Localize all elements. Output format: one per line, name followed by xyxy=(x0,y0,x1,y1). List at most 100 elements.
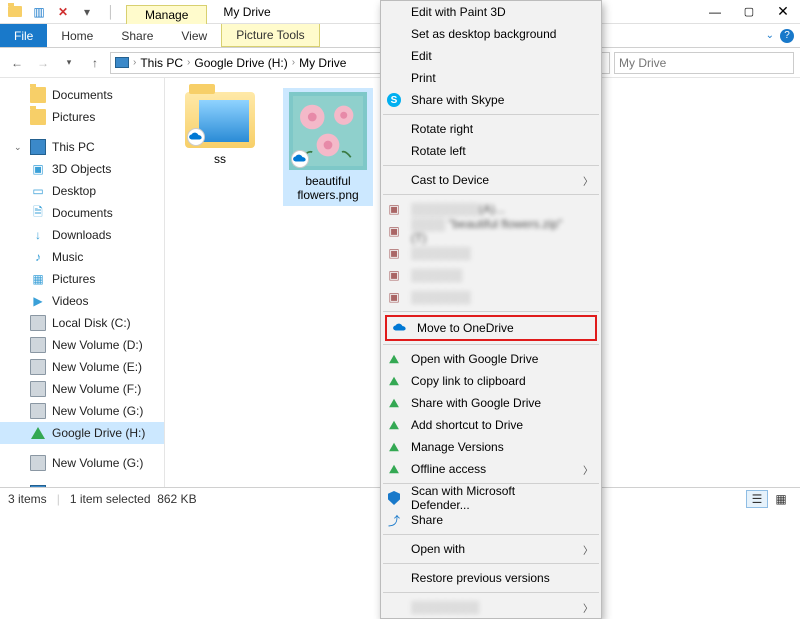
nav-item-music[interactable]: ♪Music xyxy=(0,246,164,268)
cloud-sync-icon xyxy=(291,150,309,168)
status-items: 3 items xyxy=(8,492,47,506)
menu-print[interactable]: Print xyxy=(381,67,601,89)
archive-icon: ▣ xyxy=(385,222,403,240)
folder-item-ss[interactable]: ss xyxy=(175,88,265,170)
menu-rotate-left[interactable]: Rotate left xyxy=(381,140,601,162)
menu-open-with-google-drive[interactable]: Open with Google Drive xyxy=(381,348,601,370)
menu-manage-versions[interactable]: Manage Versions xyxy=(381,436,601,458)
menu-add-shortcut-to-drive[interactable]: Add shortcut to Drive xyxy=(381,414,601,436)
google-drive-icon xyxy=(30,425,46,441)
crumb-separator: › xyxy=(133,57,136,68)
nav-item-documents[interactable]: 🗎Documents xyxy=(0,202,164,224)
close-button[interactable]: ✕ xyxy=(766,0,800,24)
menu-separator xyxy=(383,534,599,535)
search-box[interactable] xyxy=(614,52,794,74)
chevron-right-icon: 〉 xyxy=(583,600,593,615)
menu-set-desktop-background[interactable]: Set as desktop background xyxy=(381,23,601,45)
drive-icon xyxy=(30,337,46,353)
nav-item-documents[interactable]: Documents xyxy=(0,84,164,106)
menu-obscured-item[interactable]: ▣░░░░░░░ xyxy=(381,242,601,264)
breadcrumb[interactable]: My Drive xyxy=(299,56,346,70)
menu-separator xyxy=(383,592,599,593)
google-drive-icon xyxy=(385,350,403,368)
google-drive-icon xyxy=(385,438,403,456)
nav-item-pictures[interactable]: Pictures xyxy=(0,106,164,128)
nav-item-volume-g[interactable]: New Volume (G:) xyxy=(0,400,164,422)
back-button[interactable]: ← xyxy=(6,52,28,74)
drive-icon xyxy=(30,455,46,471)
nav-item-this-pc[interactable]: ⌄This PC xyxy=(0,136,164,158)
nav-item-volume-e[interactable]: New Volume (E:) xyxy=(0,356,164,378)
pc-icon xyxy=(30,139,46,155)
menu-obscured-item[interactable]: ▣░░░░░░░ xyxy=(381,286,601,308)
minimize-button[interactable]: ― xyxy=(698,0,732,24)
tab-file[interactable]: File xyxy=(0,24,47,47)
qat-dropdown[interactable]: ▾ xyxy=(76,1,98,23)
nav-item-pictures[interactable]: ▦Pictures xyxy=(0,268,164,290)
menu-separator xyxy=(383,194,599,195)
videos-icon: ▶ xyxy=(30,293,46,309)
qat-properties[interactable]: ▥ xyxy=(28,1,50,23)
expand-ribbon-icon[interactable]: ⌄ xyxy=(766,30,774,41)
nav-item-3d-objects[interactable]: ▣3D Objects xyxy=(0,158,164,180)
nav-item-videos[interactable]: ▶Videos xyxy=(0,290,164,312)
forward-button[interactable]: → xyxy=(32,52,54,74)
nav-item-google-drive-h[interactable]: Google Drive (H:) xyxy=(0,422,164,444)
recent-locations-button[interactable]: ▾ xyxy=(58,52,80,74)
maximize-button[interactable]: ▢ xyxy=(732,0,766,24)
menu-open-with[interactable]: Open with〉 xyxy=(381,538,601,560)
desktop-icon: ▭ xyxy=(30,183,46,199)
chevron-right-icon: 〉 xyxy=(583,542,593,557)
search-input[interactable] xyxy=(619,56,789,70)
tab-picture-tools[interactable]: Picture Tools xyxy=(221,24,319,47)
nav-item-local-disk-c[interactable]: Local Disk (C:) xyxy=(0,312,164,334)
music-icon: ♪ xyxy=(30,249,46,265)
file-label: beautiful flowers.png xyxy=(287,174,369,202)
menu-cast-to-device[interactable]: Cast to Device〉 xyxy=(381,169,601,191)
menu-scan-defender[interactable]: Scan with Microsoft Defender... xyxy=(381,487,601,509)
chevron-down-icon[interactable]: ⌄ xyxy=(14,142,24,153)
nav-item-downloads[interactable]: ↓Downloads xyxy=(0,224,164,246)
google-drive-icon xyxy=(385,460,403,478)
tab-home[interactable]: Home xyxy=(47,24,107,47)
drive-icon xyxy=(30,315,46,331)
contextual-tab-group: Manage xyxy=(126,0,207,24)
manage-tab[interactable]: Manage xyxy=(126,5,207,24)
image-item-beautiful-flowers[interactable]: beautiful flowers.png xyxy=(283,88,373,206)
status-selection: 1 item selected 862 KB xyxy=(70,492,197,506)
tab-share[interactable]: Share xyxy=(107,24,167,47)
google-drive-icon xyxy=(385,394,403,412)
menu-obscured-item[interactable]: ▣░░░░ "beautiful flowers.zip" (T) xyxy=(381,220,601,242)
nav-item-desktop[interactable]: ▭Desktop xyxy=(0,180,164,202)
menu-edit[interactable]: Edit xyxy=(381,45,601,67)
nav-item-volume-g-2[interactable]: New Volume (G:) xyxy=(0,452,164,474)
view-details-button[interactable]: ☰ xyxy=(746,490,768,508)
up-button[interactable]: ↑ xyxy=(84,52,106,74)
menu-copy-link[interactable]: Copy link to clipboard xyxy=(381,370,601,392)
menu-obscured-item[interactable]: ░░░░░░░░〉 xyxy=(381,596,601,618)
menu-rotate-right[interactable]: Rotate right xyxy=(381,118,601,140)
menu-share[interactable]: ⤴Share xyxy=(381,509,601,531)
breadcrumb[interactable]: This PC xyxy=(140,56,183,70)
chevron-right-icon: 〉 xyxy=(583,462,593,477)
nav-item-volume-d[interactable]: New Volume (D:) xyxy=(0,334,164,356)
nav-item-volume-f[interactable]: New Volume (F:) xyxy=(0,378,164,400)
folder-icon[interactable] xyxy=(4,1,26,23)
breadcrumb[interactable]: Google Drive (H:) xyxy=(194,56,287,70)
tab-view[interactable]: View xyxy=(167,24,221,47)
shield-icon xyxy=(385,489,403,507)
qat-delete[interactable]: ✕ xyxy=(52,1,74,23)
pictures-icon: ▦ xyxy=(30,271,46,287)
menu-share-google-drive[interactable]: Share with Google Drive xyxy=(381,392,601,414)
menu-edit-paint3d[interactable]: Edit with Paint 3D xyxy=(381,1,601,23)
help-icon[interactable]: ? xyxy=(780,29,794,43)
crumb-separator: › xyxy=(292,57,295,68)
chevron-right-icon: 〉 xyxy=(583,173,593,188)
cloud-sync-icon xyxy=(187,128,205,146)
menu-restore-previous-versions[interactable]: Restore previous versions xyxy=(381,567,601,589)
view-large-icons-button[interactable]: ▦ xyxy=(770,490,792,508)
menu-obscured-item[interactable]: ▣░░░░░░ xyxy=(381,264,601,286)
menu-move-to-onedrive[interactable]: Move to OneDrive xyxy=(387,317,595,339)
menu-offline-access[interactable]: Offline access〉 xyxy=(381,458,601,480)
menu-share-skype[interactable]: SShare with Skype xyxy=(381,89,601,111)
